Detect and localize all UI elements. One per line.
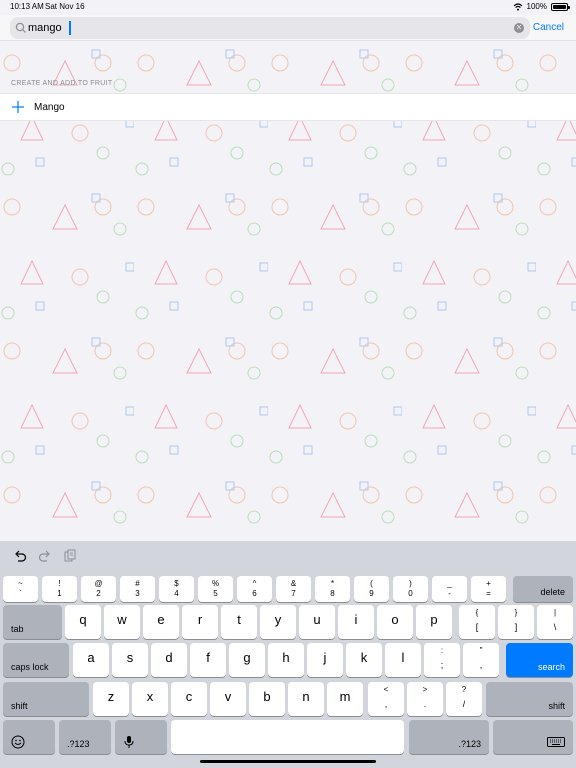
key-q[interactable]: q — [65, 605, 101, 639]
delete-key[interactable]: delete — [513, 576, 573, 602]
key-grave[interactable]: ~ ` — [3, 576, 38, 602]
key-t[interactable]: t — [221, 605, 257, 639]
key-d[interactable]: d — [151, 643, 187, 677]
plus-icon — [12, 101, 24, 113]
key-c[interactable]: c — [171, 682, 207, 716]
create-fruit-label: Mango — [34, 102, 65, 113]
key-6[interactable]: ^ 6 — [237, 576, 272, 602]
battery-icon — [551, 2, 570, 11]
search-bar: ✕ Cancel — [0, 15, 576, 41]
key-j[interactable]: j — [307, 643, 343, 677]
section-header: CREATE AND ADD TO FRUIT — [11, 80, 113, 87]
key-0[interactable]: ) 0 — [393, 576, 428, 602]
key-s[interactable]: s — [112, 643, 148, 677]
undo-icon[interactable] — [13, 549, 27, 563]
status-bar: 10:13 AM Sat Nov 16 100% — [0, 0, 576, 14]
key-i[interactable]: i — [338, 605, 374, 639]
key-v[interactable]: v — [210, 682, 246, 716]
keyboard-dismiss-icon — [547, 737, 565, 747]
key-a[interactable]: a — [73, 643, 109, 677]
search-icon — [15, 22, 26, 33]
key-9[interactable]: (9 — [354, 576, 389, 602]
dictation-key[interactable] — [115, 720, 167, 754]
key-e[interactable]: e — [143, 605, 179, 639]
key-question[interactable]: ? / — [446, 682, 482, 716]
key-u[interactable]: u — [299, 605, 335, 639]
key-8[interactable]: * 8 — [315, 576, 350, 602]
key-5[interactable]: % 5 — [198, 576, 233, 602]
key-greater-than[interactable]: >. — [407, 682, 443, 716]
search-input[interactable] — [28, 19, 508, 37]
key-4[interactable]: $4 — [159, 576, 194, 602]
status-right: 100% — [513, 2, 570, 11]
caps-lock-key[interactable]: caps lock — [3, 643, 69, 677]
key-r[interactable]: r — [182, 605, 218, 639]
key-x[interactable]: x — [132, 682, 168, 716]
key-equals[interactable]: + = — [471, 576, 506, 602]
key-backslash[interactable]: | \ — [537, 605, 573, 639]
search-field[interactable]: ✕ — [10, 17, 530, 39]
key-semicolon[interactable]: :; — [424, 643, 460, 677]
numbers-toggle-left-key[interactable]: .?123 — [59, 720, 111, 754]
key-1[interactable]: ! 1 — [42, 576, 77, 602]
key-m[interactable]: m — [327, 682, 363, 716]
key-bracket-left[interactable]: {[ — [459, 605, 495, 639]
wifi-icon — [513, 2, 522, 11]
cancel-button[interactable]: Cancel — [533, 22, 564, 33]
space-key[interactable] — [171, 720, 404, 754]
home-indicator — [200, 760, 376, 763]
microphone-icon — [124, 736, 134, 748]
key-w[interactable]: w — [104, 605, 140, 639]
emoji-icon — [11, 735, 25, 749]
key-f[interactable]: f — [190, 643, 226, 677]
key-b[interactable]: b — [249, 682, 285, 716]
create-fruit-row[interactable]: Mango — [0, 93, 576, 121]
key-y[interactable]: y — [260, 605, 296, 639]
key-z[interactable]: z — [93, 682, 129, 716]
search-key[interactable]: search — [506, 643, 573, 677]
status-date: Sat Nov 16 — [45, 2, 85, 11]
shift-left-key[interactable]: shift — [3, 682, 89, 716]
status-time: 10:13 AM — [10, 2, 44, 11]
key-3[interactable]: #3 — [120, 576, 155, 602]
keyboard: ~ ` ! 1 @2 #3 $4 % 5 ^ 6 & 7 * 8 (9 ) 0 _ - + = d… — [0, 541, 576, 768]
key-h[interactable]: h — [268, 643, 304, 677]
key-n[interactable]: n — [288, 682, 324, 716]
key-2[interactable]: @2 — [81, 576, 116, 602]
numbers-toggle-right-key[interactable]: .?123 — [409, 720, 489, 754]
battery-percent: 100% — [526, 2, 547, 11]
emoji-key[interactable] — [3, 720, 55, 754]
clear-search-icon[interactable]: ✕ — [514, 23, 524, 33]
key-l[interactable]: l — [385, 643, 421, 677]
key-7[interactable]: & 7 — [276, 576, 311, 602]
keyboard-toolbar — [0, 541, 576, 571]
text-cursor — [69, 21, 71, 35]
key-p[interactable]: p — [416, 605, 452, 639]
shift-right-key[interactable]: shift — [486, 682, 573, 716]
key-g[interactable]: g — [229, 643, 265, 677]
key-bracket-right[interactable]: }] — [498, 605, 534, 639]
hide-keyboard-key[interactable] — [493, 720, 573, 754]
tab-key[interactable]: tab — [3, 605, 62, 639]
key-minus[interactable]: _ - — [432, 576, 467, 602]
key-less-than[interactable]: <, — [368, 682, 404, 716]
key-o[interactable]: o — [377, 605, 413, 639]
key-k[interactable]: k — [346, 643, 382, 677]
redo-icon[interactable] — [38, 549, 52, 563]
paste-icon[interactable] — [63, 549, 77, 563]
key-quote[interactable]: ", — [463, 643, 499, 677]
